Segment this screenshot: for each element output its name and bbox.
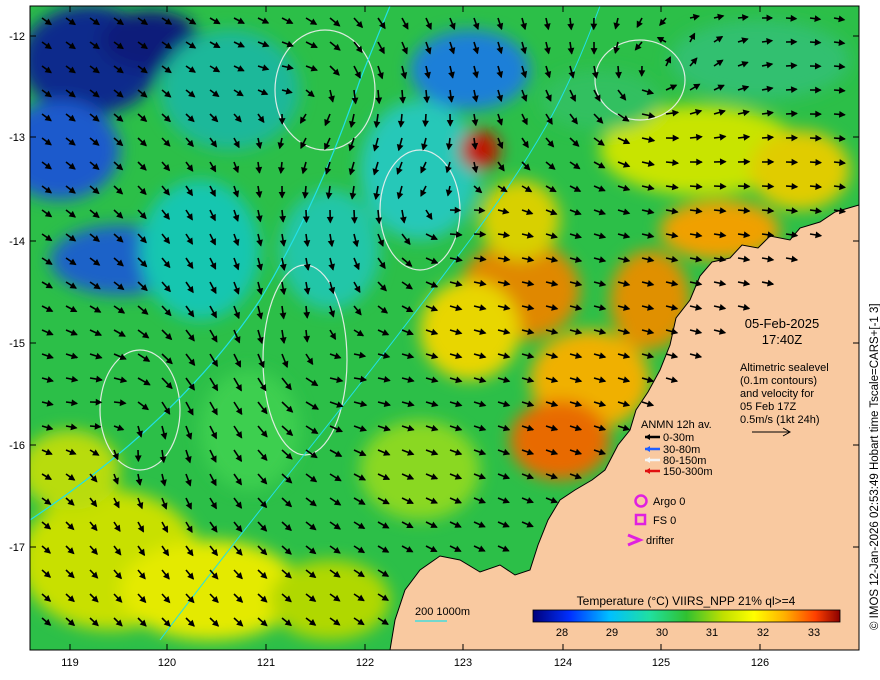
lat-tick: -13 xyxy=(9,132,25,144)
lon-tick: 124 xyxy=(554,657,572,669)
sst-patch xyxy=(140,180,260,320)
sst-patch xyxy=(30,430,120,510)
altimetry-line: 0.5m/s (1kt 24h) xyxy=(740,414,819,426)
fs-label: FS 0 xyxy=(653,515,676,527)
sst-patch xyxy=(30,100,120,200)
sst-patch xyxy=(510,400,610,480)
sst-patch xyxy=(360,420,480,520)
drifter-label: drifter xyxy=(646,535,674,547)
lon-tick: 119 xyxy=(61,657,79,669)
colorbar xyxy=(532,609,841,623)
credit-text: © IMOS 12-Jan-2026 02:53:49 Hobart time … xyxy=(869,303,880,630)
legend-item-label: 150-300m xyxy=(663,466,713,478)
lon-axis: 119 120 121 122 123 124 125 126 xyxy=(61,657,769,669)
colorbar-title: Temperature (°C) VIIRS_NPP 21% ql>=4 xyxy=(577,594,796,608)
sst-patch xyxy=(460,130,500,170)
altimetry-line: and velocity for xyxy=(740,388,814,400)
sst-patch xyxy=(750,130,850,210)
sst-patch xyxy=(280,190,380,310)
lon-tick: 122 xyxy=(356,657,374,669)
colorbar-tick: 28 xyxy=(556,627,568,639)
bathymetry-label: 200 1000m xyxy=(415,606,470,618)
lat-tick: -14 xyxy=(9,236,25,248)
lon-tick: 123 xyxy=(454,657,472,669)
time-label: 17:40Z xyxy=(762,332,803,347)
sst-map: -12 -13 -14 -15 -16 -17 119 120 121 122 … xyxy=(9,5,880,669)
colorbar-tick: 32 xyxy=(757,627,769,639)
altimetry-line: (0.1m contours) xyxy=(740,375,817,387)
lon-tick: 125 xyxy=(652,657,670,669)
altimetry-line: Altimetric sealevel xyxy=(740,362,829,374)
argo-label: Argo 0 xyxy=(653,496,685,508)
lat-axis: -12 -13 -14 -15 -16 -17 xyxy=(9,31,25,554)
sst-patch xyxy=(160,30,300,150)
lon-tick: 126 xyxy=(751,657,769,669)
sst-patch xyxy=(480,180,560,260)
legend-title: ANMN 12h av. xyxy=(641,419,712,431)
colorbar-tick: 33 xyxy=(808,627,820,639)
lat-tick: -12 xyxy=(9,31,25,43)
lat-tick: -15 xyxy=(9,338,25,350)
lat-tick: -16 xyxy=(9,440,25,452)
lat-tick: -17 xyxy=(9,542,25,554)
colorbar-tick: 30 xyxy=(656,627,668,639)
lon-tick: 121 xyxy=(257,657,275,669)
colorbar-tick: 29 xyxy=(606,627,618,639)
date-label: 05-Feb-2025 xyxy=(745,316,819,331)
lon-tick: 120 xyxy=(158,657,176,669)
colorbar-tick: 31 xyxy=(706,627,718,639)
altimetry-line: 05 Feb 17Z xyxy=(740,401,797,413)
map-plot-area xyxy=(30,6,859,650)
legend-item-label: 0-30m xyxy=(663,432,694,444)
